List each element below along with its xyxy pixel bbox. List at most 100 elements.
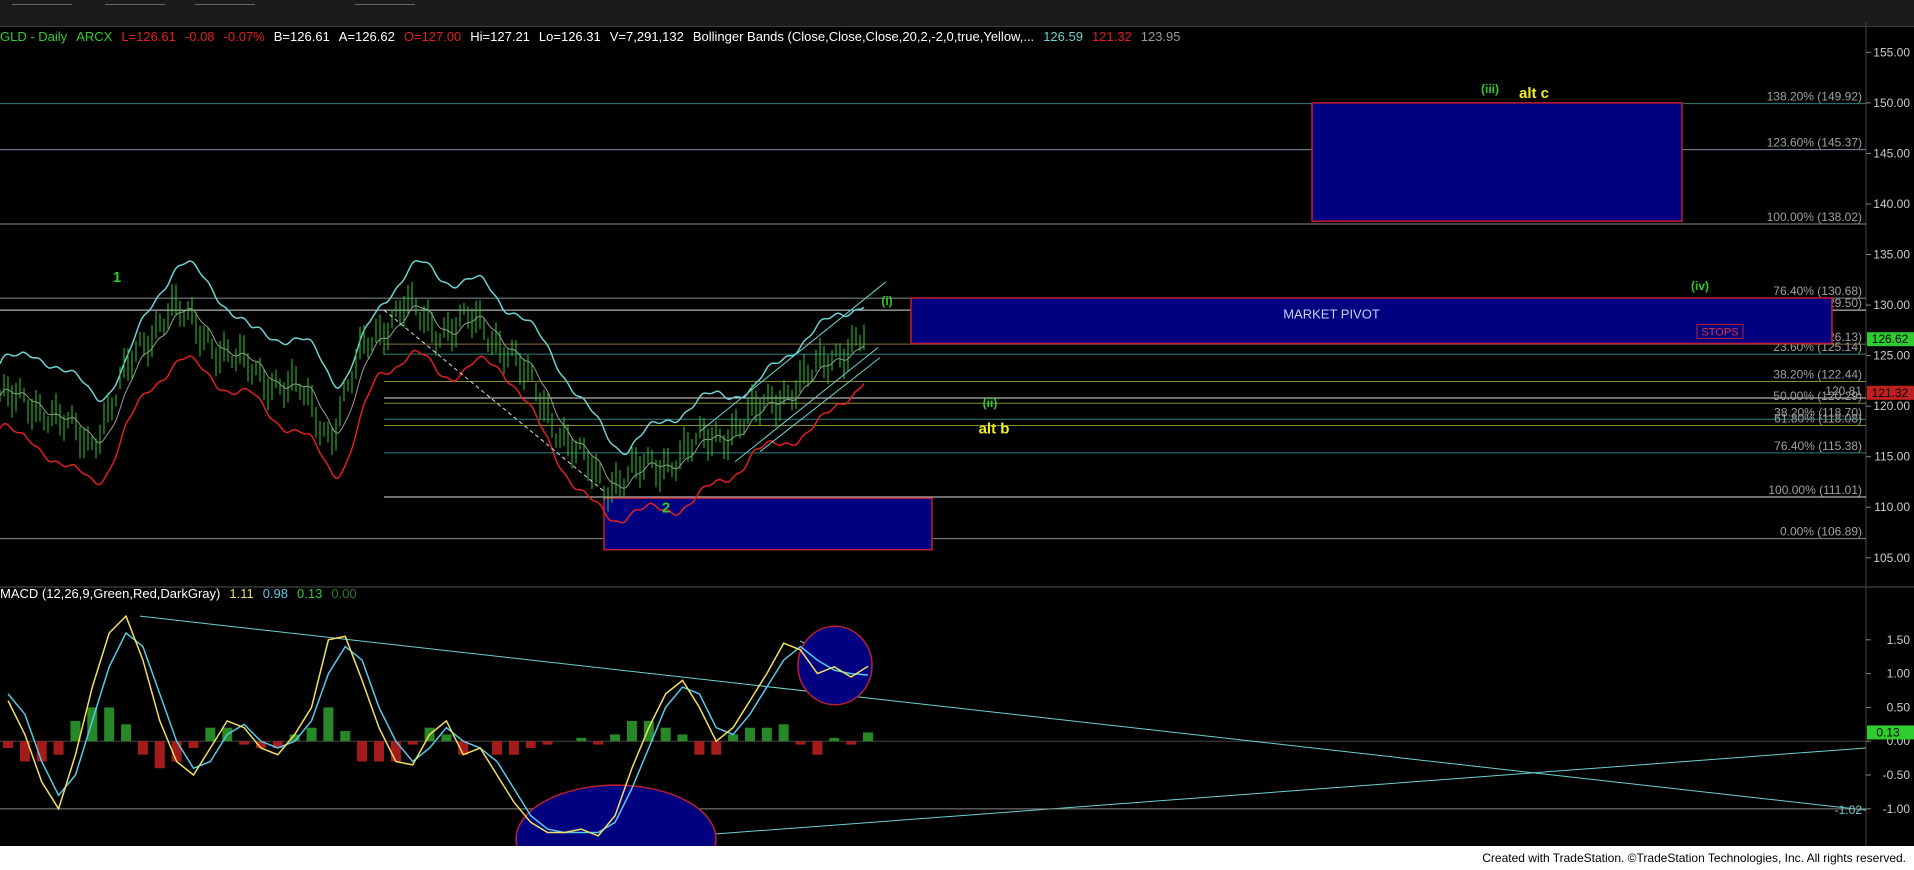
footer-bar: Created with TradeStation. ©TradeStation…: [0, 846, 1914, 870]
macd-histogram-bar: [660, 727, 671, 742]
stops-label: STOPS: [1701, 326, 1738, 338]
price-axis-label: 130.00: [1873, 298, 1910, 312]
channel-upper: [699, 281, 887, 432]
wave-label: 2: [662, 499, 670, 516]
target-box-alt-c[interactable]: [1311, 102, 1683, 222]
fib-level-label: 123.60% (145.37): [1767, 136, 1862, 150]
macd-histogram-bar: [525, 741, 536, 748]
macd-histogram-bar: [677, 734, 688, 742]
price-axis-label: 125.00: [1873, 349, 1910, 363]
macd-histogram-bar: [610, 734, 621, 742]
bb-mid-value: 123.95: [1140, 29, 1181, 44]
macd-histogram-bar: [306, 727, 317, 742]
signal-value: 0.98: [262, 586, 289, 601]
fib-level-label: 38.20% (122.44): [1773, 367, 1862, 381]
macd-histogram-bar: [863, 732, 873, 742]
wave-label: 1: [113, 269, 121, 286]
macd-histogram-bar: [188, 741, 199, 748]
macd-histogram-bar: [137, 741, 148, 755]
fib-level-label: 76.40% (115.38): [1774, 439, 1862, 453]
last-price: L=126.61: [121, 29, 176, 44]
wave-label: (ii): [983, 396, 998, 410]
price-axis-label: 150.00: [1873, 96, 1910, 110]
fib-level-label: 0.00% (106.89): [1780, 525, 1862, 539]
macd-bottom-ellipse: [515, 784, 717, 846]
price-axis-label: 105.00: [1873, 551, 1910, 565]
macd-histogram-bar: [711, 741, 722, 755]
macd-axis-label: -0.50: [1883, 768, 1911, 782]
price-axis-label: 110.00: [1874, 500, 1910, 514]
macd-histogram-bar: [508, 741, 519, 755]
change-percent: -0.07%: [223, 29, 265, 44]
price-axis-label: 135.00: [1873, 248, 1910, 262]
macd-down-trendline: [139, 615, 1867, 811]
exchange-label: ARCX: [76, 29, 113, 44]
macd-histogram-bar: [829, 737, 840, 742]
wave-label: alt c: [1519, 85, 1549, 102]
macd-line: [7, 614, 869, 837]
macd-histogram-bar: [492, 741, 503, 755]
macd-indicator-label[interactable]: MACD (12,26,9,Green,Red,DarkGray): [0, 586, 220, 601]
macd-top-ellipse: [797, 625, 873, 706]
price-axis-label: 155.00: [1873, 45, 1910, 59]
macd-histogram-bar: [812, 741, 823, 755]
macd-histogram-bar: [593, 741, 604, 745]
macd-histogram-bar: [3, 741, 13, 748]
support-box-2[interactable]: [603, 497, 933, 551]
last-price-marker-label: 126.62: [1872, 332, 1909, 346]
macd-histogram-bar: [205, 727, 216, 742]
bb-lower-marker-label: 121.32: [1872, 386, 1909, 400]
macd-histogram-bar: [542, 741, 553, 745]
macd-histogram-bar: [778, 724, 789, 742]
macd-axis-label: 1.00: [1887, 667, 1911, 681]
macd-value: 1.11: [229, 586, 254, 601]
volume-value: V=7,291,132: [609, 29, 684, 44]
bb-upper-value: 126.59: [1043, 29, 1083, 44]
change-value: -0.08: [184, 29, 215, 44]
symbol-label[interactable]: GLD - Daily: [0, 29, 67, 44]
macd-histogram-bar: [694, 741, 705, 755]
bollinger-indicator-label[interactable]: Bollinger Bands (Close,Close,Close,20,2,…: [693, 29, 1034, 44]
macd-histogram-bar: [744, 727, 755, 742]
wave-label: (i): [881, 294, 892, 308]
fib-level-label: 100.00% (138.02): [1767, 210, 1862, 224]
macd-histogram-bar: [407, 741, 418, 745]
fib-level-label: 61.80% (118.08): [1774, 412, 1862, 426]
fib-level-label: 50.00% (120.29): [1773, 389, 1862, 403]
macd-histogram-bar: [357, 741, 368, 762]
macd-histogram-bar: [53, 741, 64, 755]
price-axis-label: 140.00: [1873, 197, 1910, 211]
macd-axis-label: 1.50: [1887, 633, 1911, 647]
macd-histogram-bar: [373, 741, 384, 762]
low-price: Lo=126.31: [538, 29, 601, 44]
macd-signal-line: [7, 631, 869, 834]
macd-histogram-bar: [154, 741, 165, 769]
macd-axis-label: 0.50: [1887, 700, 1911, 714]
bb-lower-value: 121.32: [1091, 29, 1132, 44]
macd-histogram-bar: [239, 741, 250, 745]
macd-axis-label: -1.00: [1883, 802, 1911, 816]
macd-histogram-bar: [104, 707, 115, 742]
wave-label: (iii): [1481, 82, 1499, 96]
macd-histogram-bar: [761, 727, 772, 742]
price-axis-label: 115.00: [1874, 450, 1910, 464]
fib-level-label: 100.00% (111.01): [1768, 483, 1862, 497]
diff-value: 0.13: [297, 586, 323, 601]
macd-histogram-bar: [87, 707, 98, 742]
dashed-decline: [383, 309, 606, 493]
macd-histogram-bar: [846, 741, 857, 745]
macd-up-trendline: [599, 747, 1867, 844]
macd-histogram-bar: [121, 724, 132, 742]
macd-histogram-bar: [795, 741, 806, 745]
macd-histogram-bar: [323, 707, 334, 742]
macd-histogram-bar: [576, 737, 587, 742]
wave-label: (iv): [1691, 279, 1709, 293]
wave-label: alt b: [979, 420, 1010, 437]
macd-histogram-bar: [728, 734, 739, 742]
open-price: O=127.00: [403, 29, 462, 44]
chart-canvas[interactable]: 138.20% (149.92) 123.60% (145.37) 100.00% …: [0, 0, 1914, 846]
market-pivot-label: MARKET PIVOT: [1283, 307, 1380, 322]
fib-level-label: 138.20% (149.92): [1767, 90, 1862, 104]
price-axis-label: 145.00: [1873, 146, 1910, 160]
macd-histogram-bar: [340, 731, 351, 742]
